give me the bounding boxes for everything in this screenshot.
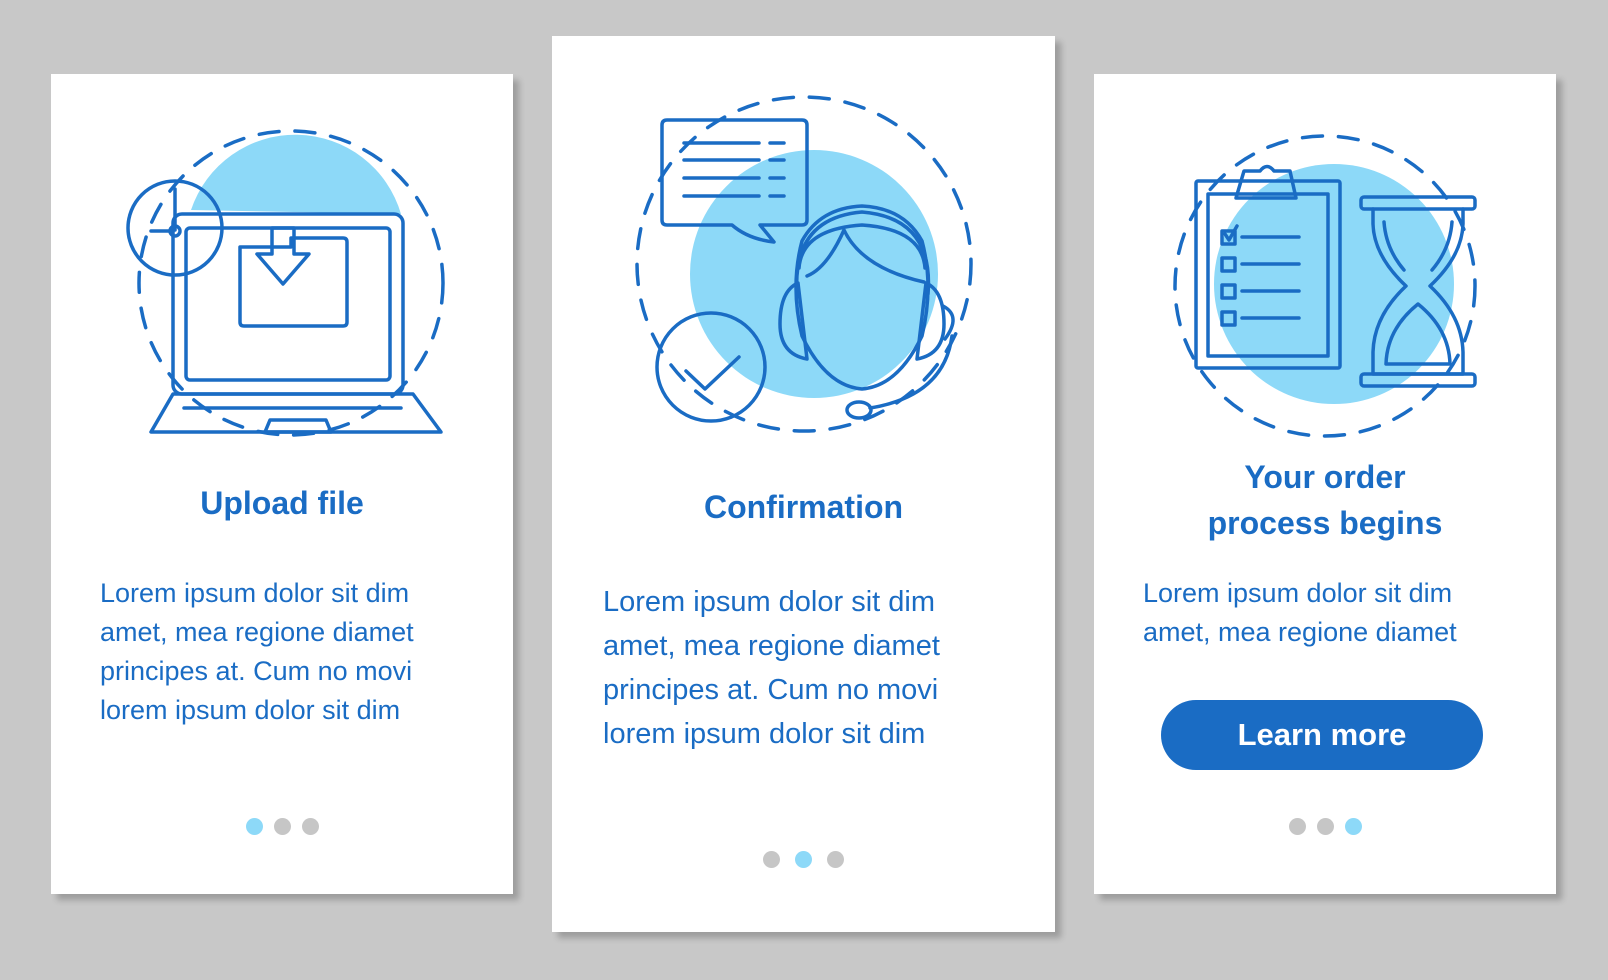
page-dot[interactable] xyxy=(301,818,319,835)
description-line: amet, mea regione diamet xyxy=(603,630,940,662)
description-line: Lorem ipsum dolor sit dim xyxy=(1143,578,1453,608)
page-indicator xyxy=(1094,818,1556,835)
screen-title: Your order process begins xyxy=(1094,454,1556,546)
learn-more-button[interactable]: Learn more xyxy=(1161,700,1483,770)
title-line: Your order xyxy=(1244,459,1406,495)
onboarding-screen-confirmation: Confirmation Lorem ipsum dolor sit dim a… xyxy=(552,36,1055,932)
description-line: lorem ipsum dolor sit dim xyxy=(100,695,401,725)
page-dot[interactable] xyxy=(1288,818,1306,835)
screen-description: Lorem ipsum dolor sit dim amet, mea regi… xyxy=(603,580,940,756)
folder-download-icon xyxy=(238,226,349,328)
description-line: lorem ipsum dolor sit dim xyxy=(603,718,926,750)
page-dot-active[interactable] xyxy=(795,851,812,868)
page-dot-active[interactable] xyxy=(245,818,263,835)
description-line: Lorem ipsum dolor sit dim xyxy=(603,586,935,618)
upload-file-illustration xyxy=(126,129,445,437)
description-line: Lorem ipsum dolor sit dim xyxy=(100,578,410,608)
page-dot[interactable] xyxy=(273,818,291,835)
description-line: amet, mea regione diamet xyxy=(1143,617,1457,647)
onboarding-screen-upload-file: Upload file Lorem ipsum dolor sit dim am… xyxy=(51,74,513,894)
page-dot[interactable] xyxy=(1316,818,1334,835)
confirmation-illustration xyxy=(635,95,973,433)
page-indicator xyxy=(552,851,1055,868)
order-process-illustration xyxy=(1173,134,1477,438)
screen-title: Upload file xyxy=(200,485,364,521)
page-dot-active[interactable] xyxy=(1344,818,1362,835)
description-line: amet, mea regione diamet xyxy=(100,617,414,647)
description-line: principes at. Cum no movi xyxy=(603,674,939,706)
page-dot[interactable] xyxy=(827,851,844,868)
title-line: process begins xyxy=(1207,505,1443,541)
page-dot[interactable] xyxy=(763,851,780,868)
onboarding-screen-order-process: Your order process begins Lorem ipsum do… xyxy=(1094,74,1556,894)
page-indicator xyxy=(51,818,513,835)
description-line: principes at. Cum no movi xyxy=(100,656,413,686)
illustration-background-blob xyxy=(191,134,401,214)
screen-description: Lorem ipsum dolor sit dim amet, mea regi… xyxy=(1143,574,1457,652)
screen-description: Lorem ipsum dolor sit dim amet, mea regi… xyxy=(100,574,414,730)
screen-title: Confirmation xyxy=(703,489,904,525)
